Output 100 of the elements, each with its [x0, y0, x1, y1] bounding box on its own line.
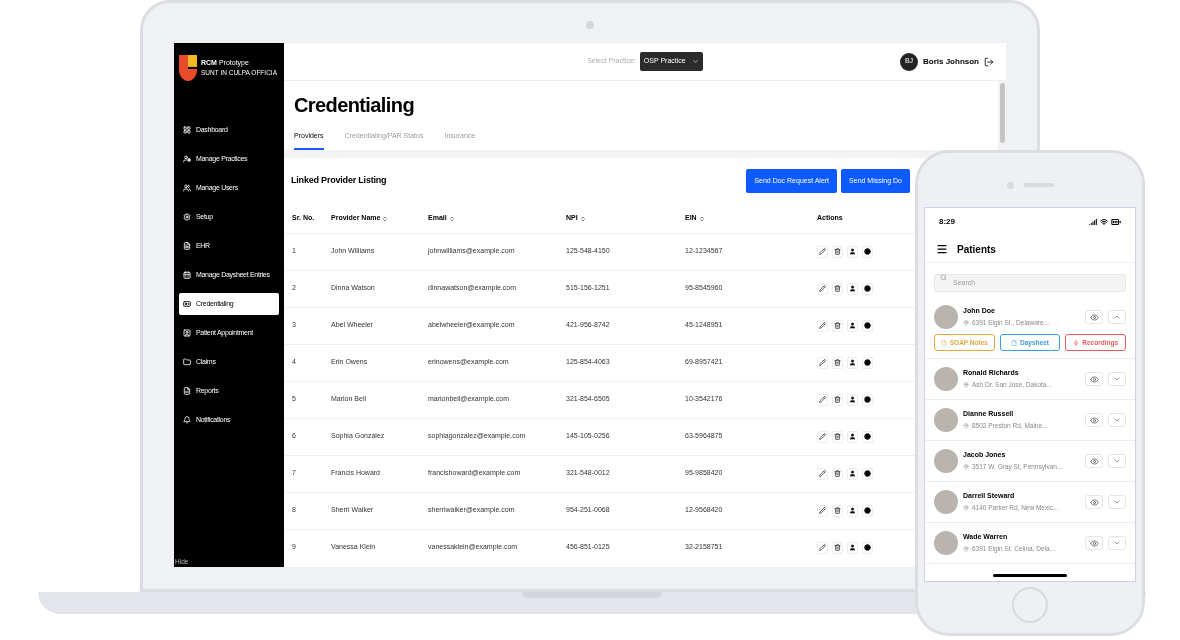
dot-icon	[864, 544, 871, 551]
eye-icon	[1089, 456, 1099, 466]
dot-button[interactable]	[862, 356, 873, 369]
pencil-button[interactable]	[817, 393, 828, 406]
chevron-down-icon	[1113, 498, 1121, 506]
pencil-button[interactable]	[817, 467, 828, 480]
dot-button[interactable]	[862, 282, 873, 295]
scrollbar-thumb[interactable]	[999, 83, 1005, 143]
chevron-down-icon	[1113, 539, 1121, 547]
trash-button[interactable]	[832, 356, 843, 369]
page-title: Credentialing	[294, 93, 415, 118]
pin-icon	[963, 546, 969, 553]
person-icon	[849, 544, 856, 551]
person-icon	[849, 285, 856, 292]
person-button[interactable]	[847, 282, 858, 295]
dot-button[interactable]	[862, 245, 873, 258]
document-icon	[940, 339, 947, 346]
dot-button[interactable]	[862, 504, 873, 517]
pencil-button[interactable]	[817, 504, 828, 517]
pencil-button[interactable]	[817, 282, 828, 295]
eye-icon	[1089, 415, 1099, 425]
eye-icon	[1089, 374, 1099, 384]
dot-icon	[864, 359, 871, 366]
trash-icon	[834, 322, 841, 329]
pencil-icon	[819, 470, 826, 477]
pencil-icon	[819, 396, 826, 403]
dot-icon	[864, 248, 871, 255]
trash-button[interactable]	[832, 393, 843, 406]
eye-icon	[1089, 312, 1099, 322]
pencil-button[interactable]	[817, 430, 828, 443]
view-button[interactable]	[1085, 536, 1103, 550]
trash-button[interactable]	[832, 504, 843, 517]
pencil-icon	[819, 248, 826, 255]
person-button[interactable]	[847, 245, 858, 258]
person-icon	[849, 470, 856, 477]
spreadsheet-icon	[183, 387, 191, 395]
trash-button[interactable]	[832, 467, 843, 480]
person-button[interactable]	[847, 504, 858, 517]
chevron-up-icon	[1113, 313, 1121, 321]
view-button[interactable]	[1085, 310, 1103, 324]
logout-icon[interactable]	[984, 56, 994, 67]
pin-icon	[963, 505, 969, 512]
trash-button[interactable]	[832, 430, 843, 443]
pencil-button[interactable]	[817, 356, 828, 369]
document-icon	[183, 242, 191, 250]
pencil-icon	[819, 322, 826, 329]
trash-icon	[834, 359, 841, 366]
person-button[interactable]	[847, 541, 858, 554]
person-icon	[849, 433, 856, 440]
view-button[interactable]	[1085, 413, 1103, 427]
settings-icon	[183, 213, 191, 221]
screen-title: Patients	[957, 242, 996, 257]
pencil-button[interactable]	[817, 319, 828, 332]
view-button[interactable]	[1085, 454, 1103, 468]
dot-button[interactable]	[862, 541, 873, 554]
pencil-icon	[819, 507, 826, 514]
trash-icon	[834, 507, 841, 514]
pencil-button[interactable]	[817, 245, 828, 258]
pin-icon	[963, 320, 969, 327]
avatar	[934, 305, 958, 329]
wifi-icon	[1100, 218, 1108, 226]
trash-icon	[834, 544, 841, 551]
person-button[interactable]	[847, 356, 858, 369]
person-card-icon	[183, 329, 191, 337]
view-button[interactable]	[1085, 495, 1103, 509]
trash-icon	[834, 433, 841, 440]
person-button[interactable]	[847, 319, 858, 332]
person-button[interactable]	[847, 393, 858, 406]
avatar	[934, 531, 958, 555]
person-button[interactable]	[847, 430, 858, 443]
trash-button[interactable]	[832, 541, 843, 554]
pencil-icon	[819, 359, 826, 366]
signal-icon	[1089, 218, 1097, 226]
avatar	[934, 408, 958, 432]
dot-icon	[864, 433, 871, 440]
dot-icon	[864, 470, 871, 477]
avatar	[934, 449, 958, 473]
pencil-button[interactable]	[817, 541, 828, 554]
trash-button[interactable]	[832, 319, 843, 332]
id-card-icon	[183, 300, 191, 308]
battery-icon	[1111, 217, 1121, 227]
trash-button[interactable]	[832, 245, 843, 258]
pencil-icon	[819, 544, 826, 551]
dot-button[interactable]	[862, 430, 873, 443]
bell-icon	[183, 416, 191, 424]
pin-icon	[963, 423, 969, 430]
person-icon	[849, 396, 856, 403]
trash-icon	[834, 396, 841, 403]
trash-button[interactable]	[832, 282, 843, 295]
view-button[interactable]	[1085, 372, 1103, 386]
dot-button[interactable]	[862, 319, 873, 332]
search-icon	[940, 273, 947, 281]
dot-button[interactable]	[862, 467, 873, 480]
avatar	[934, 367, 958, 391]
chevron-down-icon	[1113, 375, 1121, 383]
person-button[interactable]	[847, 467, 858, 480]
dot-button[interactable]	[862, 393, 873, 406]
menu-icon[interactable]	[936, 243, 948, 255]
camera-icon	[586, 21, 594, 29]
pencil-icon	[819, 285, 826, 292]
